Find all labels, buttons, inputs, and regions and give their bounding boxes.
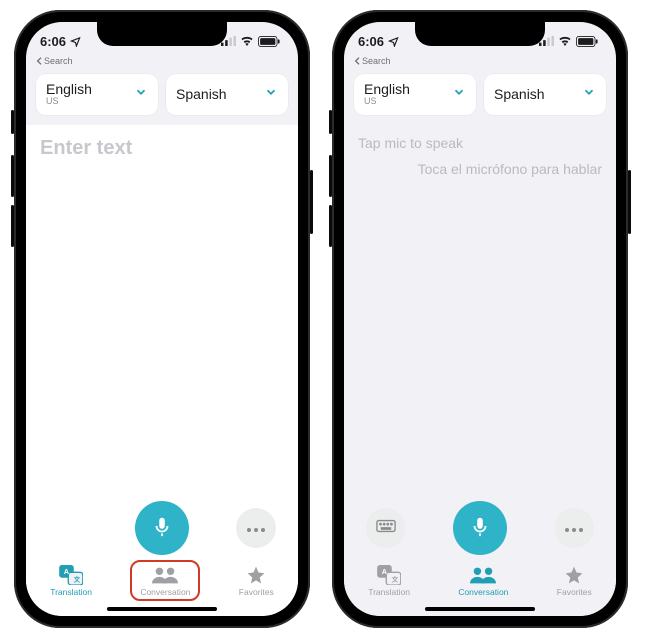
tab-favorites[interactable]: Favorites: [229, 560, 284, 601]
phone-conversation: 6:06 Search: [332, 10, 628, 628]
language-selector-row: English US Spanish: [26, 68, 298, 125]
star-icon: [564, 564, 584, 586]
bottom-panel: A文 Translation Conversation Favorites: [26, 492, 298, 616]
tab-translation[interactable]: A文 Translation: [358, 560, 420, 601]
svg-text:文: 文: [392, 574, 399, 583]
mic-button[interactable]: [453, 501, 507, 555]
star-icon: [246, 564, 266, 586]
bottom-panel: A文 Translation Conversation Favorites: [344, 492, 616, 616]
wifi-icon: [558, 36, 572, 46]
source-language-name: English: [46, 82, 92, 97]
translation-icon: A文: [59, 564, 83, 586]
conversation-icon: [152, 564, 178, 586]
chevron-down-icon: [264, 85, 278, 104]
location-icon: [70, 36, 81, 47]
target-language-button[interactable]: Spanish: [484, 74, 606, 115]
tab-conversation-label: Conversation: [140, 587, 190, 597]
source-language-button[interactable]: English US: [36, 74, 158, 115]
notch: [97, 22, 227, 46]
chevron-down-icon: [582, 85, 596, 104]
source-language-name: English: [364, 82, 410, 97]
status-time: 6:06: [40, 34, 66, 49]
prompt-source: Tap mic to speak: [344, 125, 616, 155]
tab-translation[interactable]: A文 Translation: [40, 560, 102, 601]
language-selector-row: English US Spanish: [344, 68, 616, 125]
target-language-name: Spanish: [176, 87, 227, 102]
breadcrumb[interactable]: Search: [26, 56, 298, 68]
tab-conversation[interactable]: Conversation: [448, 560, 518, 601]
text-input-area[interactable]: Enter text: [26, 125, 298, 492]
home-indicator[interactable]: [107, 607, 217, 611]
tab-favorites-label: Favorites: [239, 587, 274, 597]
breadcrumb[interactable]: Search: [344, 56, 616, 68]
input-placeholder: Enter text: [40, 137, 284, 160]
svg-text:文: 文: [74, 574, 81, 583]
battery-icon: [258, 36, 280, 47]
tab-favorites-label: Favorites: [557, 587, 592, 597]
more-button[interactable]: [236, 508, 276, 548]
wifi-icon: [240, 36, 254, 46]
source-language-button[interactable]: English US: [354, 74, 476, 115]
mic-icon: [469, 515, 491, 542]
tab-bar: A文 Translation Conversation Favorites: [344, 558, 616, 616]
battery-icon: [576, 36, 598, 47]
breadcrumb-label: Search: [362, 56, 391, 66]
prompt-target: Toca el micrófono para hablar: [344, 155, 616, 183]
tab-translation-label: Translation: [368, 587, 410, 597]
keyboard-icon: [376, 519, 396, 538]
chevron-down-icon: [134, 85, 148, 104]
phone-translation: 6:06 Search: [14, 10, 310, 628]
tab-conversation[interactable]: Conversation: [130, 560, 200, 601]
ellipsis-icon: [565, 519, 583, 537]
chevron-down-icon: [452, 85, 466, 104]
notch: [415, 22, 545, 46]
tab-conversation-label: Conversation: [458, 587, 508, 597]
more-button[interactable]: [554, 508, 594, 548]
mic-icon: [151, 515, 173, 542]
translation-icon: A文: [377, 564, 401, 586]
breadcrumb-label: Search: [44, 56, 73, 66]
keyboard-button[interactable]: [366, 508, 406, 548]
source-language-region: US: [46, 97, 92, 107]
location-icon: [388, 36, 399, 47]
tab-bar: A文 Translation Conversation Favorites: [26, 558, 298, 616]
svg-text:A: A: [382, 567, 388, 576]
tab-translation-label: Translation: [50, 587, 92, 597]
conversation-icon: [470, 564, 496, 586]
mic-button[interactable]: [135, 501, 189, 555]
tab-favorites[interactable]: Favorites: [547, 560, 602, 601]
target-language-button[interactable]: Spanish: [166, 74, 288, 115]
svg-text:A: A: [64, 567, 70, 576]
source-language-region: US: [364, 97, 410, 107]
conversation-area: Tap mic to speak Toca el micrófono para …: [344, 125, 616, 492]
status-time: 6:06: [358, 34, 384, 49]
home-indicator[interactable]: [425, 607, 535, 611]
ellipsis-icon: [247, 519, 265, 537]
target-language-name: Spanish: [494, 87, 545, 102]
